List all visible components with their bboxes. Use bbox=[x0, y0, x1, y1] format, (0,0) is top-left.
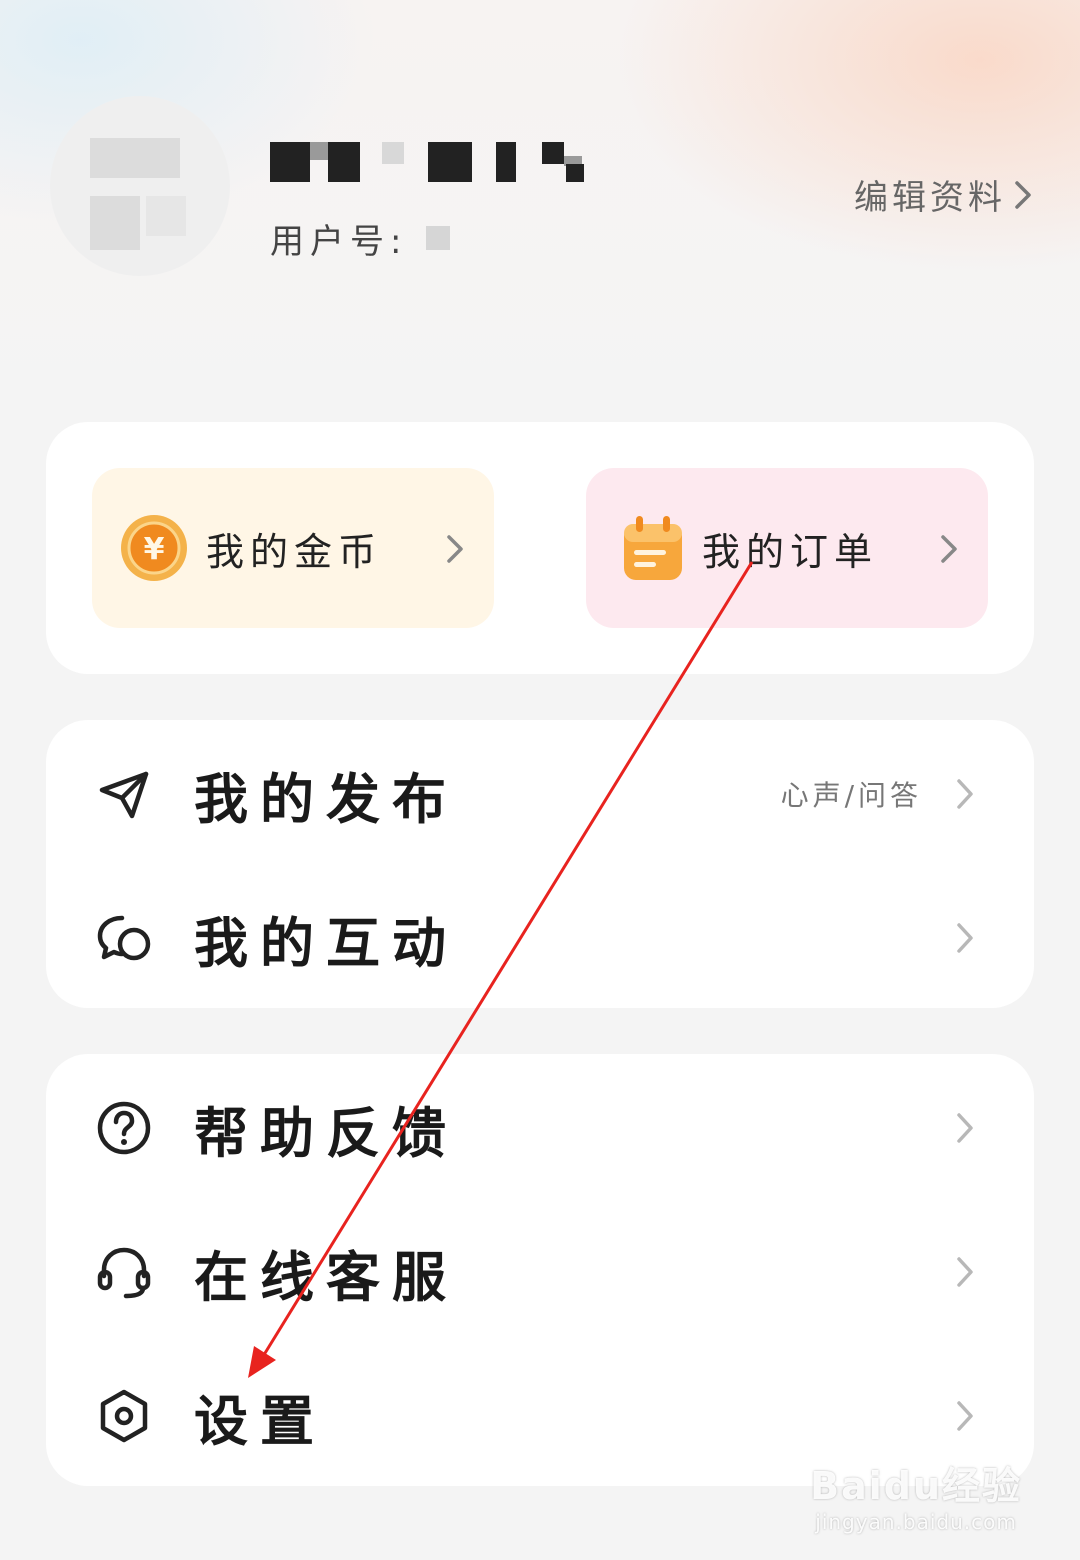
my-coins-tile[interactable]: ¥ 我的金币 bbox=[92, 468, 494, 628]
my-orders-label: 我的订单 bbox=[702, 529, 879, 574]
watermark: Baidu经验 jingyan.baidu.com bbox=[810, 1455, 1022, 1534]
menu-label: 我的发布 bbox=[194, 767, 458, 831]
menu-item-my-posts[interactable]: 我的发布 心声/问答 bbox=[46, 724, 1034, 864]
user-id-redacted bbox=[426, 226, 450, 250]
calendar-icon bbox=[624, 516, 682, 580]
menu-label: 帮助反馈 bbox=[194, 1101, 458, 1165]
help-circle-icon bbox=[97, 1101, 151, 1155]
menu-card-support: 帮助反馈 在线客服 设置 bbox=[46, 1054, 1034, 1486]
avatar[interactable] bbox=[50, 96, 230, 276]
chevron-right-icon bbox=[957, 1257, 973, 1287]
settings-hexagon-icon bbox=[100, 1389, 148, 1443]
menu-subtitle: 心声/问答 bbox=[780, 779, 922, 812]
my-orders-tile[interactable]: 我的订单 bbox=[586, 468, 988, 628]
menu-item-online-service[interactable]: 在线客服 bbox=[46, 1202, 1034, 1342]
send-icon bbox=[99, 771, 149, 819]
edit-profile-label: 编辑资料 bbox=[854, 178, 1006, 218]
menu-item-help-feedback[interactable]: 帮助反馈 bbox=[46, 1058, 1034, 1198]
menu-item-my-interactions[interactable]: 我的互动 bbox=[46, 868, 1034, 1008]
nickname-redacted bbox=[270, 138, 590, 184]
menu-label: 在线客服 bbox=[194, 1245, 458, 1309]
chevron-right-icon bbox=[957, 779, 973, 809]
edit-profile-link[interactable]: 编辑资料 bbox=[854, 170, 1034, 219]
user-id-label: 用户号: bbox=[270, 222, 408, 262]
menu-label: 我的互动 bbox=[194, 911, 458, 975]
headset-icon bbox=[97, 1247, 151, 1299]
svg-text:¥: ¥ bbox=[144, 532, 165, 567]
menu-label: 设置 bbox=[194, 1389, 326, 1453]
chevron-right-icon bbox=[957, 923, 973, 953]
chevron-right-icon bbox=[957, 1401, 973, 1431]
chevron-right-icon bbox=[957, 1113, 973, 1143]
watermark-brand: Baidu经验 bbox=[810, 1464, 1022, 1508]
chevron-right-icon bbox=[941, 535, 957, 563]
watermark-url: jingyan.baidu.com bbox=[815, 1510, 1017, 1534]
shortcut-card: ¥ 我的金币 我的订单 bbox=[46, 422, 1034, 674]
menu-card-activity: 我的发布 心声/问答 我的互动 bbox=[46, 720, 1034, 1008]
chat-bubbles-icon bbox=[97, 915, 151, 961]
coin-icon: ¥ bbox=[121, 515, 187, 581]
my-coins-label: 我的金币 bbox=[206, 529, 383, 574]
chevron-right-icon bbox=[1015, 180, 1031, 209]
chevron-right-icon bbox=[447, 535, 463, 563]
